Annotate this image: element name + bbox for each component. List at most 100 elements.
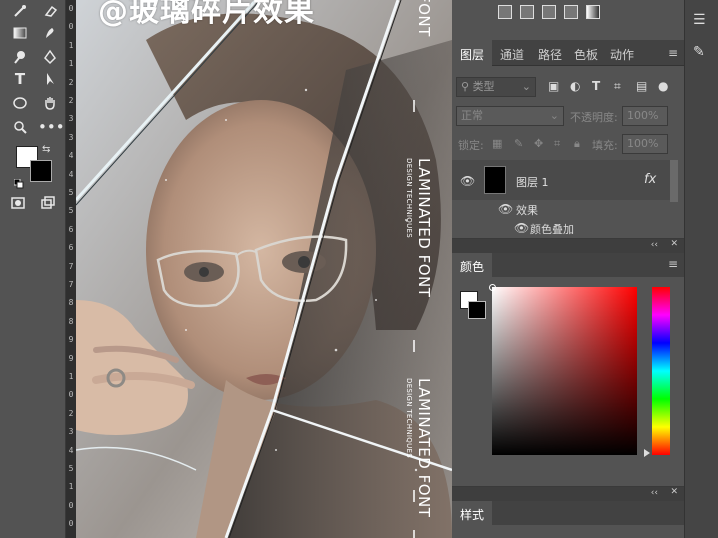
filter-type-icon[interactable]: T	[592, 79, 600, 93]
tab-layers[interactable]: 图层	[460, 46, 484, 63]
layers-tab-bar: 图层 通道 路径 色板 动作 ≡	[452, 40, 684, 66]
tab-swatches[interactable]: 色板	[574, 46, 598, 63]
ellipse-tool-icon[interactable]	[8, 92, 32, 114]
ruler-tick: 3	[68, 114, 74, 124]
color-panel-menu-icon[interactable]: ≡	[668, 257, 678, 271]
ruler-tick: 1	[68, 372, 74, 381]
lock-position-icon[interactable]: ✥	[534, 137, 543, 150]
lock-pixels-icon[interactable]: ✎	[514, 137, 523, 150]
color-background-swatch[interactable]	[468, 301, 486, 319]
tab-paths[interactable]: 路径	[538, 46, 562, 63]
ruler-tick: 1	[68, 482, 74, 492]
fill-label: 填充:	[592, 139, 618, 152]
smudge-tool-icon[interactable]	[38, 22, 62, 44]
ruler-tick: 6	[68, 224, 74, 234]
color-saturation-field[interactable]	[492, 287, 637, 455]
lock-all-icon[interactable]: 🔒︎	[574, 137, 580, 151]
panel-menu-icon[interactable]: ≡	[668, 46, 678, 60]
swap-colors-icon[interactable]: ⇆	[42, 144, 50, 155]
ruler-tick: 5	[68, 188, 74, 197]
close-icon[interactable]: ✕	[670, 239, 678, 249]
close-icon[interactable]: ✕	[670, 487, 678, 497]
ruler-tick: 0	[68, 4, 74, 13]
document-canvas[interactable]: FONT LAMINATED FONT DESIGN TECHNIQUES LA…	[76, 0, 452, 538]
video-title-overlay: @玻璃碎片效果	[98, 0, 315, 29]
brush-settings-icon[interactable]: ✎	[693, 44, 705, 60]
lock-artboard-icon[interactable]: ⌗	[554, 137, 560, 151]
layer-visibility-eye-icon[interactable]: 👁︎	[460, 174, 475, 188]
effect-color-overlay[interactable]: 颜色叠加	[530, 221, 574, 237]
layers-scrollbar[interactable]	[670, 160, 678, 202]
hue-slider-handle[interactable]	[644, 449, 650, 457]
ruler-tick: 8	[68, 298, 74, 308]
dodge-tool-icon[interactable]	[8, 46, 32, 68]
layer-name[interactable]: 图层 1	[516, 174, 549, 190]
vertical-ruler: 0 0 1 1 2 2 3 3 4 4 5 5 6 6 7 7 8 8 9 9 1 0 2 3 4 5 1 0 0	[66, 0, 76, 538]
effects-label: 效果	[516, 204, 538, 217]
path-selection-icon[interactable]	[38, 68, 62, 90]
layer-fx-badge[interactable]: fx	[644, 172, 656, 187]
lock-transparent-icon[interactable]: ▦	[492, 137, 502, 150]
poster-design-techniques-1: DESIGN TECHNIQUES	[405, 158, 413, 238]
ruler-tick: 9	[68, 335, 74, 345]
ruler-tick: 1	[68, 59, 74, 69]
color-tab-bar: 颜色 ≡	[452, 253, 684, 277]
default-colors-icon[interactable]	[13, 174, 24, 189]
filter-shape-icon[interactable]: ⌗	[614, 79, 621, 94]
filter-toggle-icon[interactable]: ●	[658, 79, 668, 93]
spot-healing-brush-icon[interactable]	[8, 0, 32, 22]
poster-design-techniques-2: DESIGN TECHNIQUES	[405, 378, 413, 458]
quick-mask-icon[interactable]	[6, 192, 30, 214]
blend-mode-select[interactable]: 正常 ⌄	[456, 106, 564, 126]
ruler-tick: 4	[68, 151, 74, 161]
screen-mode-icon[interactable]	[36, 192, 60, 214]
filter-type-label: 类型	[472, 80, 495, 93]
color-panel: ‹‹ ✕ 颜色 ≡	[452, 238, 684, 484]
ruler-tick: 6	[68, 243, 74, 253]
eraser-icon[interactable]	[38, 0, 62, 22]
collapse-icon[interactable]: ‹‹	[651, 488, 658, 498]
mode-icon-1[interactable]	[498, 5, 512, 19]
filter-adjustment-icon[interactable]: ◐	[570, 79, 580, 93]
effects-visibility-eye-icon[interactable]: 👁︎	[498, 202, 513, 216]
pen-tool-icon[interactable]	[38, 46, 62, 68]
styles-panel-collapse-bar[interactable]: ‹‹ ✕	[452, 487, 684, 501]
blend-mode-value: 正常	[461, 109, 483, 122]
more-tools-icon[interactable]: •••	[38, 116, 65, 138]
fill-input[interactable]: 100%	[622, 134, 668, 154]
mode-icon-3[interactable]	[542, 5, 556, 19]
tab-color[interactable]: 颜色	[460, 258, 484, 275]
layer-filter-select[interactable]: ⚲ 类型 ⌄	[456, 77, 536, 97]
background-color-swatch[interactable]	[30, 160, 52, 182]
hand-tool-icon[interactable]	[38, 92, 62, 114]
collapse-icon[interactable]: ‹‹	[651, 240, 658, 250]
tab-actions[interactable]: 动作	[610, 46, 634, 63]
panel-dock-strip: ☰ ✎	[684, 0, 718, 538]
ruler-tick: 5	[68, 464, 74, 473]
adjustments-icon[interactable]: ☰	[693, 12, 706, 28]
gradient-tool-icon[interactable]	[8, 22, 32, 44]
color-picker-cursor[interactable]	[489, 284, 496, 291]
tab-styles[interactable]: 样式	[460, 506, 484, 523]
zoom-tool-icon[interactable]	[8, 116, 32, 138]
opacity-input[interactable]: 100%	[622, 106, 668, 126]
color-panel-collapse-bar[interactable]: ‹‹ ✕	[452, 239, 684, 253]
hue-slider[interactable]	[652, 287, 670, 455]
ruler-tick: 3	[68, 132, 74, 142]
ruler-tick: 0	[68, 519, 74, 529]
ruler-tick: 0	[68, 390, 74, 400]
layer-thumbnail[interactable]	[484, 166, 506, 194]
tab-channels[interactable]: 通道	[500, 46, 524, 63]
poster-laminated-font-2: LAMINATED FONT	[415, 378, 433, 518]
filter-smart-object-icon[interactable]: ▤	[636, 79, 647, 93]
ruler-tick: 0	[68, 22, 74, 32]
ruler-tick: 4	[68, 169, 74, 179]
effect-item-eye-icon[interactable]: 👁︎	[514, 221, 529, 235]
mode-icon-2[interactable]	[520, 5, 534, 19]
mode-icon-4[interactable]	[564, 5, 578, 19]
ruler-tick: 4	[68, 445, 74, 455]
ruler-tick: 2	[68, 408, 74, 418]
filter-pixel-icon[interactable]: ▣	[548, 79, 559, 93]
gradient-swatch-icon[interactable]	[586, 5, 600, 19]
type-tool-icon[interactable]: T	[8, 68, 32, 90]
